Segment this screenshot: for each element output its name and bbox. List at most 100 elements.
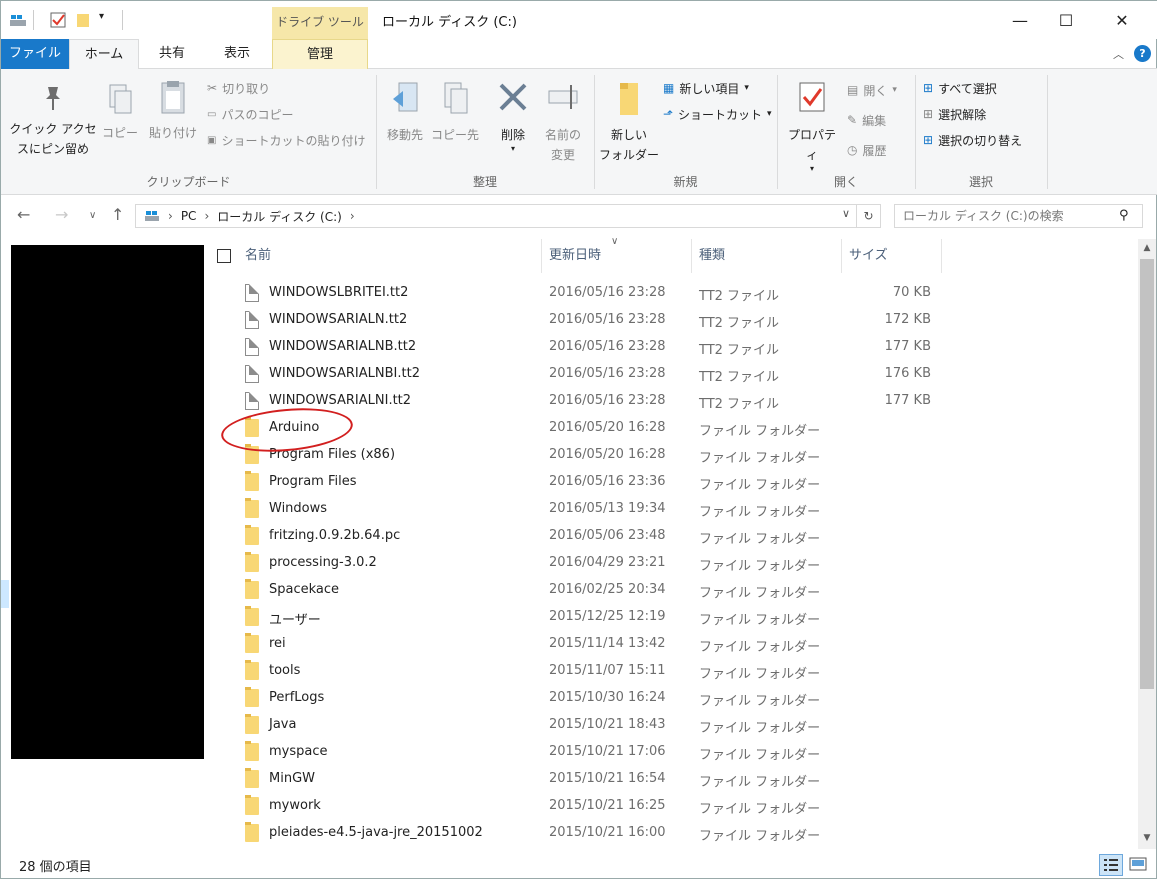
address-dropdown-icon[interactable]: ∨: [842, 207, 850, 220]
vertical-scrollbar[interactable]: ▲ ▼: [1138, 239, 1156, 849]
breadcrumb-pc[interactable]: PC: [181, 209, 197, 223]
file-row[interactable]: Spacekace 2016/02/25 20:34 ファイル フォルダー: [207, 577, 1137, 604]
file-row[interactable]: WINDOWSARIALNBI.tt2 2016/05/16 23:28 TT2 フ…: [207, 361, 1137, 388]
paste-button[interactable]: 貼り付け: [143, 79, 203, 143]
navigation-pane[interactable]: [1, 237, 206, 851]
file-row[interactable]: Windows 2016/05/13 19:34 ファイル フォルダー: [207, 496, 1137, 523]
address-bar[interactable]: › PC › ローカル ディスク (C:) › ∨: [135, 204, 857, 228]
minimize-button[interactable]: —: [997, 1, 1043, 39]
breadcrumb-separator-icon[interactable]: ›: [168, 209, 173, 223]
file-row[interactable]: WINDOWSARIALNI.tt2 2016/05/16 23:28 TT2 ファ…: [207, 388, 1137, 415]
properties-qat-icon[interactable]: [49, 11, 67, 29]
file-date: 2016/05/06 23:48: [549, 528, 666, 543]
back-arrow-icon[interactable]: ←: [17, 205, 30, 224]
file-row[interactable]: Java 2015/10/21 18:43 ファイル フォルダー: [207, 712, 1137, 739]
delete-dropdown-icon[interactable]: ▾: [491, 145, 535, 153]
select-all-button[interactable]: ⊞ すべて選択: [923, 77, 997, 99]
tab-manage[interactable]: 管理: [272, 39, 368, 69]
select-all-icon: ⊞: [923, 81, 934, 95]
breadcrumb-drive[interactable]: ローカル ディスク (C:): [217, 208, 342, 225]
column-type[interactable]: 種類: [699, 239, 725, 273]
file-row[interactable]: ユーザー 2015/12/25 12:19 ファイル フォルダー: [207, 604, 1137, 631]
delete-button[interactable]: 削除 ▾: [491, 79, 535, 153]
shortcut-button[interactable]: ⬏ ショートカット ▾: [663, 103, 772, 125]
column-divider[interactable]: [941, 239, 942, 273]
drive-icon: [145, 211, 159, 221]
file-type: ファイル フォルダー: [699, 424, 821, 439]
tab-file[interactable]: ファイル: [1, 39, 69, 69]
copy-label: コピー: [101, 126, 138, 140]
recent-locations-icon[interactable]: ∨: [89, 210, 96, 221]
paste-shortcut-button[interactable]: ▣ ショートカットの貼り付け: [207, 129, 365, 151]
copy-path-button[interactable]: ▭ パスのコピー: [207, 103, 293, 125]
file-row[interactable]: WINDOWSLBRITEI.tt2 2016/05/16 23:28 TT2 ファ…: [207, 280, 1137, 307]
new-item-button[interactable]: ▦ 新しい項目 ▾: [663, 77, 749, 99]
file-row[interactable]: mywork 2015/10/21 16:25 ファイル フォルダー: [207, 793, 1137, 820]
column-divider[interactable]: [841, 239, 842, 273]
file-row[interactable]: fritzing.0.9.2b.64.pc 2016/05/06 23:48 ファイ…: [207, 523, 1137, 550]
select-all-checkbox[interactable]: [217, 249, 231, 263]
breadcrumb-separator-icon[interactable]: ›: [350, 209, 355, 223]
file-row[interactable]: rei 2015/11/14 13:42 ファイル フォルダー: [207, 631, 1137, 658]
cut-button[interactable]: ✂ 切り取り: [207, 77, 270, 99]
file-row[interactable]: Program Files 2016/05/16 23:36 ファイル フォルダー: [207, 469, 1137, 496]
drive-icon[interactable]: [9, 11, 27, 29]
close-button[interactable]: ✕: [1099, 1, 1145, 39]
file-date: 2015/12/25 12:19: [549, 609, 666, 624]
copy-to-button[interactable]: コピー先: [431, 79, 479, 145]
column-date[interactable]: 更新日時: [549, 239, 601, 273]
scrollbar-thumb[interactable]: [1140, 259, 1154, 689]
scroll-up-icon[interactable]: ▲: [1138, 239, 1156, 257]
copy-button[interactable]: コピー: [99, 83, 141, 143]
folder-icon: [245, 498, 259, 518]
file-row[interactable]: processing-3.0.2 2016/04/29 23:21 ファイル フォル…: [207, 550, 1137, 577]
details-view-icon[interactable]: [1099, 854, 1123, 876]
scroll-down-icon[interactable]: ▼: [1138, 829, 1156, 847]
file-row[interactable]: Program Files (x86) 2016/05/20 16:28 ファイル …: [207, 442, 1137, 469]
tab-share[interactable]: 共有: [139, 39, 205, 69]
edit-button[interactable]: ✎ 編集: [847, 109, 886, 131]
file-name: pleiades-e4.5-java-jre_20151002: [269, 825, 483, 840]
file-row[interactable]: myspace 2015/10/21 17:06 ファイル フォルダー: [207, 739, 1137, 766]
delete-label: 削除: [500, 128, 525, 142]
column-size[interactable]: サイズ: [849, 239, 888, 273]
file-row[interactable]: MinGW 2015/10/21 16:54 ファイル フォルダー: [207, 766, 1137, 793]
invert-selection-button[interactable]: ⊞ 選択の切り替え: [923, 129, 1022, 151]
open-button[interactable]: ▤ 開く ▾: [847, 79, 897, 101]
up-arrow-icon[interactable]: ↑: [111, 205, 124, 224]
breadcrumb-separator-icon[interactable]: ›: [204, 209, 209, 223]
file-row[interactable]: pleiades-e4.5-java-jre_20151002 2015/10/2…: [207, 820, 1137, 847]
forward-arrow-icon[interactable]: →: [55, 205, 68, 224]
tab-home[interactable]: ホーム: [69, 39, 139, 70]
select-none-button[interactable]: ⊞ 選択解除: [923, 103, 986, 125]
file-row[interactable]: WINDOWSARIALN.tt2 2016/05/16 23:28 TT2 ファイ…: [207, 307, 1137, 334]
tab-view[interactable]: 表示: [205, 39, 269, 69]
properties-button[interactable]: プロパティ ▾: [783, 79, 841, 173]
refresh-icon[interactable]: ↻: [857, 204, 881, 228]
column-name[interactable]: 名前: [245, 239, 271, 273]
file-row[interactable]: tools 2015/11/07 15:11 ファイル フォルダー: [207, 658, 1137, 685]
file-row[interactable]: WINDOWSARIALNB.tt2 2016/05/16 23:28 TT2 ファ…: [207, 334, 1137, 361]
new-folder-qat-icon[interactable]: [75, 11, 93, 29]
move-to-button[interactable]: 移動先: [381, 79, 429, 145]
column-divider[interactable]: [541, 239, 542, 273]
search-icon[interactable]: ⚲: [1119, 208, 1129, 223]
history-button[interactable]: ◷ 履歴: [847, 139, 887, 161]
collapse-ribbon-icon[interactable]: ︿: [1113, 46, 1124, 62]
qat-dropdown-icon[interactable]: ▾: [99, 11, 104, 22]
rename-button[interactable]: 名前の 変更: [539, 79, 587, 165]
maximize-button[interactable]: ☐: [1043, 1, 1089, 39]
large-icons-view-icon[interactable]: [1127, 854, 1151, 876]
file-type: TT2 ファイル: [699, 370, 780, 385]
properties-dropdown-icon[interactable]: ▾: [783, 165, 841, 173]
file-type: ファイル フォルダー: [699, 667, 821, 682]
folder-icon: [245, 768, 259, 788]
scissors-icon: ✂: [207, 81, 218, 95]
folder-icon: [245, 633, 259, 653]
new-folder-button[interactable]: 新しい フォルダー: [599, 77, 659, 165]
help-icon[interactable]: ?: [1134, 45, 1151, 62]
file-row[interactable]: PerfLogs 2015/10/30 16:24 ファイル フォルダー: [207, 685, 1137, 712]
column-divider[interactable]: [691, 239, 692, 273]
search-input[interactable]: ローカル ディスク (C:)の検索: [894, 204, 1143, 228]
pin-quick-access-button[interactable]: クイック アクセ スにピン留め: [7, 83, 99, 159]
